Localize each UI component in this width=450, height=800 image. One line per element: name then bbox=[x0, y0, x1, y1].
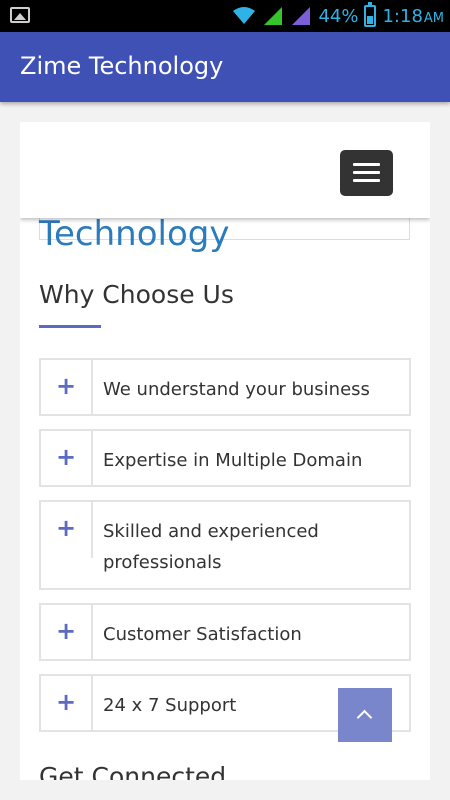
image-icon bbox=[10, 7, 30, 23]
menu-bar bbox=[353, 163, 380, 166]
plus-icon[interactable]: + bbox=[41, 605, 93, 661]
feature-item[interactable]: + Customer Satisfaction bbox=[39, 603, 411, 661]
plus-icon[interactable]: + bbox=[41, 502, 93, 558]
feature-item[interactable]: + Expertise in Multiple Domain bbox=[39, 429, 411, 487]
clock-time: 1:18 bbox=[382, 5, 423, 27]
feature-label: We understand your business bbox=[103, 379, 370, 400]
feature-label: Skilled and experienced professionals bbox=[103, 521, 319, 573]
next-section-title: Get Connected bbox=[39, 762, 227, 780]
section-title: Why Choose Us bbox=[39, 280, 234, 309]
status-indicators: 44% 1:18AM bbox=[232, 0, 444, 32]
battery-icon bbox=[364, 2, 377, 27]
plus-icon[interactable]: + bbox=[41, 676, 93, 732]
plus-icon[interactable]: + bbox=[41, 360, 93, 416]
app-bar: Zime Technology bbox=[0, 32, 450, 102]
plus-icon[interactable]: + bbox=[41, 431, 93, 487]
app-title: Zime Technology bbox=[20, 52, 224, 80]
feature-label: Expertise in Multiple Domain bbox=[103, 450, 363, 471]
signal-icon bbox=[264, 7, 283, 25]
web-view[interactable]: Zime Technology Why Choose Us + We under… bbox=[20, 122, 430, 780]
feature-label: Customer Satisfaction bbox=[103, 624, 302, 645]
site-header bbox=[20, 122, 430, 218]
clock: 1:18AM bbox=[382, 6, 444, 27]
menu-bar bbox=[353, 171, 380, 174]
feature-item[interactable]: + Skilled and experienced professionals bbox=[39, 500, 411, 590]
chevron-up-icon[interactable] bbox=[338, 688, 392, 742]
battery-percent: 44% bbox=[318, 5, 359, 27]
clock-ampm: AM bbox=[423, 10, 444, 26]
wifi-icon bbox=[233, 7, 256, 24]
signal-icon bbox=[292, 7, 311, 25]
title-underline bbox=[39, 325, 101, 328]
status-bar: 44% 1:18AM bbox=[0, 0, 450, 32]
feature-item[interactable]: + We understand your business bbox=[39, 358, 411, 416]
hamburger-menu-icon[interactable] bbox=[340, 150, 393, 196]
menu-bar bbox=[353, 179, 380, 182]
